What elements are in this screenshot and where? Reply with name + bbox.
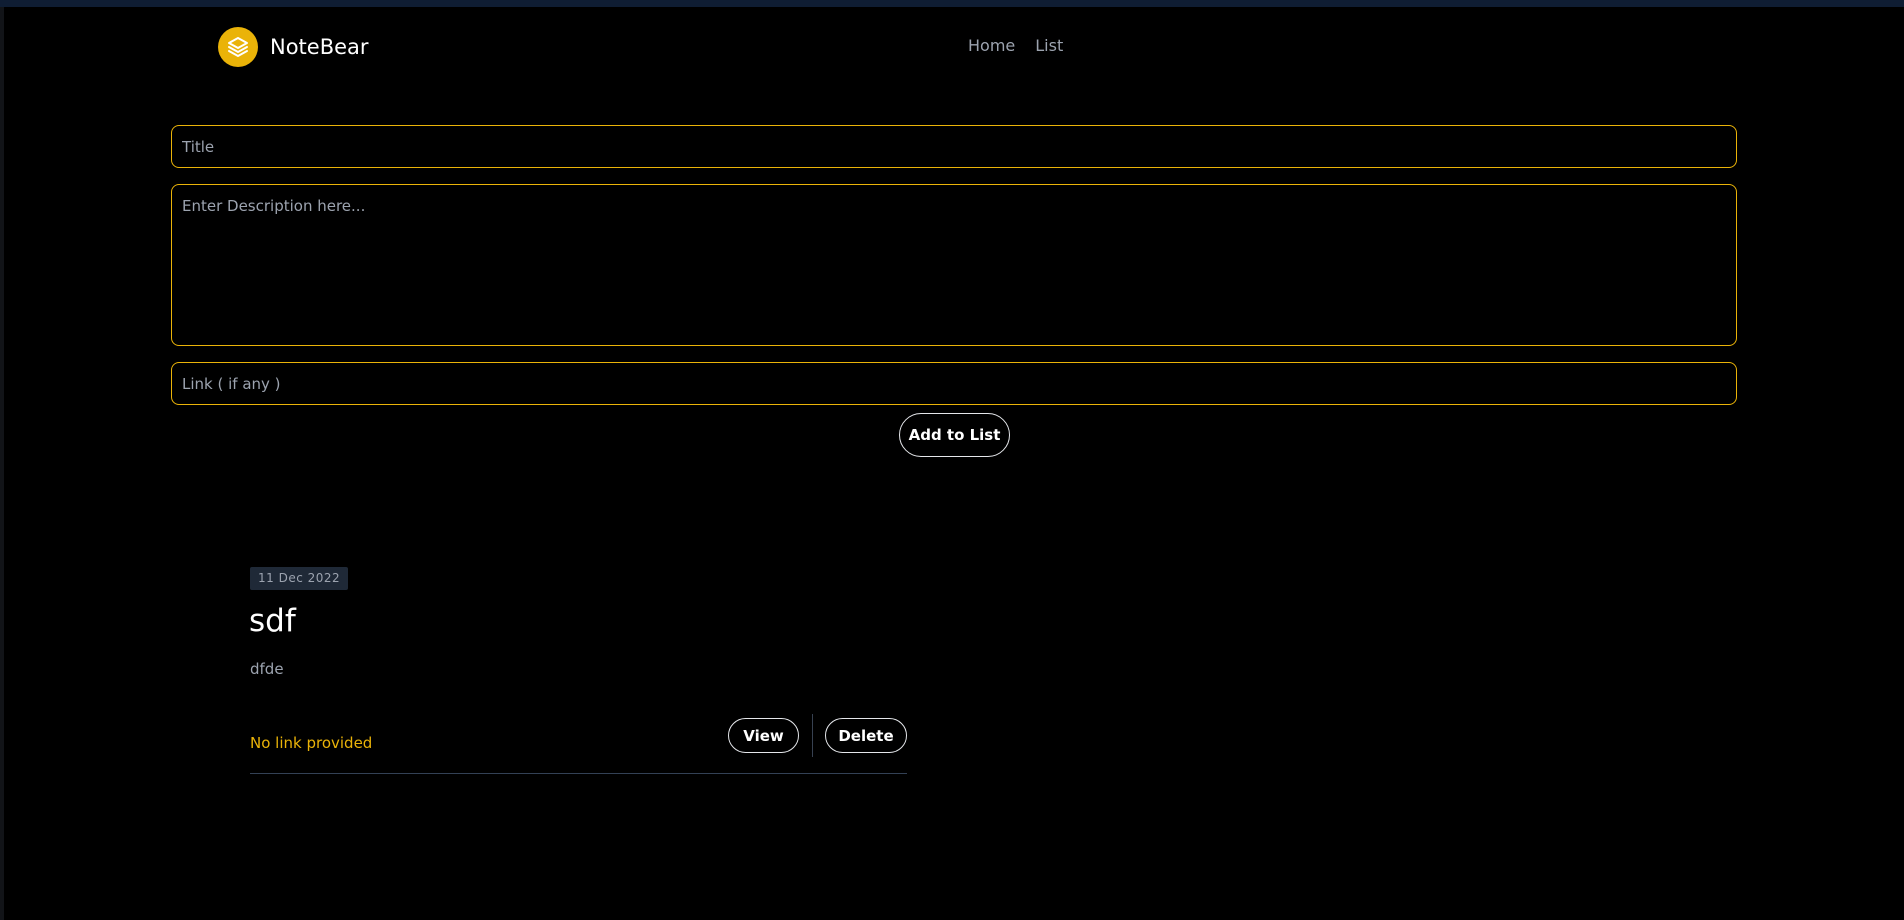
left-edge bbox=[0, 7, 4, 920]
brand-name: NoteBear bbox=[270, 35, 369, 59]
view-button[interactable]: View bbox=[728, 718, 799, 753]
layers-icon bbox=[218, 27, 258, 67]
nav-home[interactable]: Home bbox=[968, 36, 1015, 55]
note-title: sdf bbox=[249, 603, 296, 639]
note-description: dfde bbox=[250, 660, 284, 678]
top-strip bbox=[0, 0, 1904, 7]
note-date-badge: 11 Dec 2022 bbox=[250, 567, 349, 590]
button-divider bbox=[812, 714, 813, 757]
main-nav: Home List bbox=[968, 36, 1063, 55]
card-divider bbox=[250, 773, 907, 774]
description-input[interactable] bbox=[171, 184, 1737, 346]
add-to-list-button[interactable]: Add to List bbox=[899, 413, 1010, 457]
note-link-text: No link provided bbox=[250, 734, 373, 752]
title-input[interactable] bbox=[171, 125, 1737, 168]
delete-button[interactable]: Delete bbox=[825, 718, 907, 753]
page: NoteBear Home List Add to List 11 Dec 20… bbox=[0, 0, 1904, 920]
brand[interactable]: NoteBear bbox=[218, 27, 369, 67]
nav-list[interactable]: List bbox=[1035, 36, 1063, 55]
link-input[interactable] bbox=[171, 362, 1737, 405]
